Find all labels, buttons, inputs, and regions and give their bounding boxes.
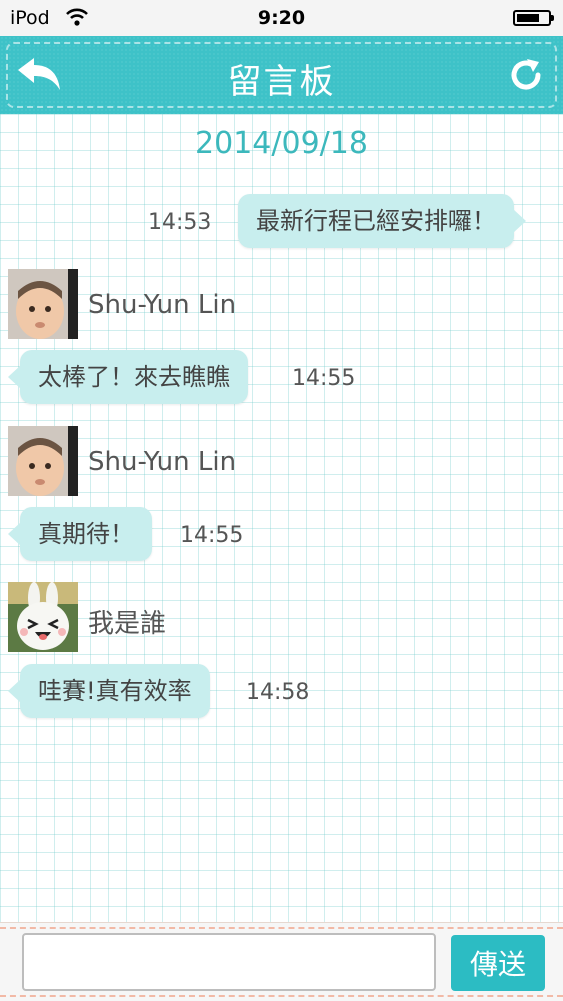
bunny-photo-icon [8, 582, 78, 652]
baby-photo-icon [8, 426, 78, 496]
message-time: 14:55 [180, 523, 244, 548]
avatar[interactable] [8, 426, 78, 496]
baby-photo-icon [8, 269, 78, 339]
refresh-icon[interactable] [505, 54, 547, 96]
page-title: 留言板 [227, 62, 336, 102]
input-bar: 傳送 [0, 922, 563, 1001]
battery-icon [513, 10, 554, 26]
status-bar: iPod 9:20 [0, 0, 563, 36]
sender-name: Shu-Yun Lin [88, 290, 237, 320]
message-time: 14:55 [292, 366, 356, 391]
avatar[interactable] [8, 269, 78, 339]
avatar[interactable] [8, 582, 78, 652]
message-bubble-incoming[interactable]: 真期待！ [8, 507, 152, 561]
message-time: 14:53 [148, 210, 212, 235]
message-bubble-outgoing[interactable]: 最新行程已經安排囉！ [238, 194, 526, 248]
message-bubble-incoming[interactable]: 哇賽!真有效率 [8, 664, 210, 718]
send-button[interactable]: 傳送 [451, 935, 545, 991]
message-bubble-incoming[interactable]: 太棒了！來去瞧瞧 [8, 350, 248, 404]
message-input[interactable] [22, 933, 436, 991]
message-board[interactable]: 2014/09/18 14:53 最新行程已經安排囉！ Shu-Yun Lin … [0, 114, 563, 922]
date-header: 2014/09/18 [195, 126, 368, 161]
sender-name: Shu-Yun Lin [88, 447, 237, 477]
clock-time: 9:20 [257, 7, 306, 29]
message-time: 14:58 [246, 680, 310, 705]
sender-name: 我是誰 [88, 609, 167, 639]
nav-bar: 留言板 [0, 36, 563, 114]
